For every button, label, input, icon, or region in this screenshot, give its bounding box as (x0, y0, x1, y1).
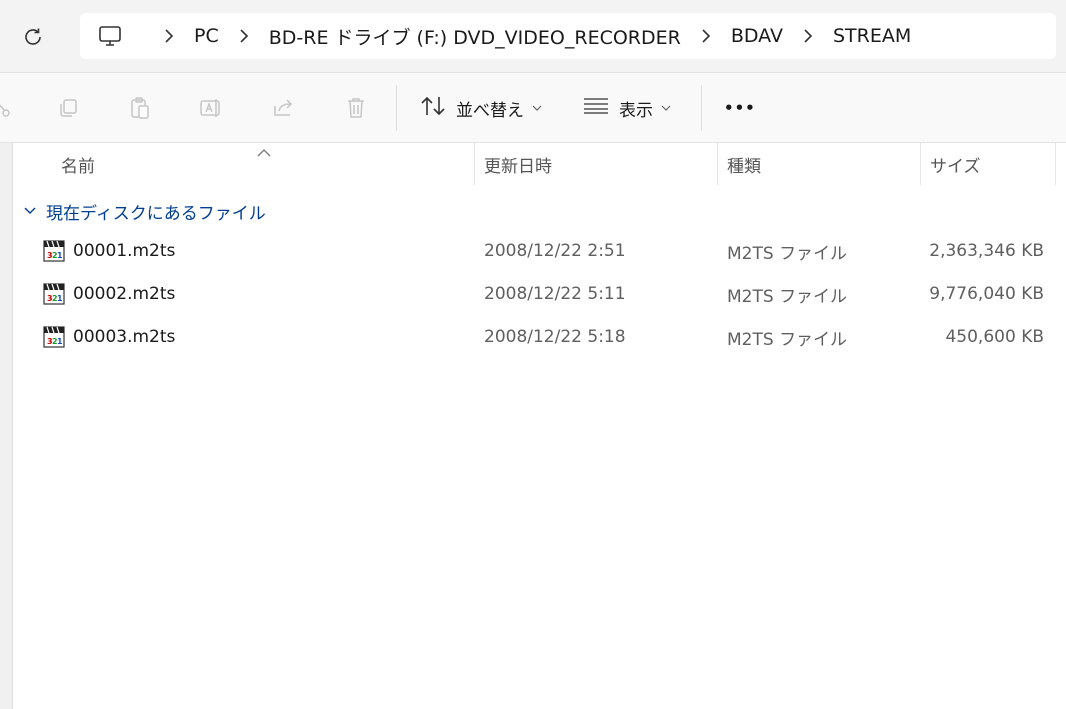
column-header-name[interactable]: 名前 (61, 143, 471, 185)
file-row[interactable]: 321 00003.m2ts 2008/12/22 5:18 M2TS ファイル… (13, 318, 1066, 356)
sort-button[interactable]: 並べ替え (420, 93, 542, 123)
file-name: 00002.m2ts (73, 284, 176, 304)
navigation-pane-edge (0, 143, 13, 709)
media-file-icon: 321 (43, 240, 65, 262)
cut-icon[interactable] (0, 95, 16, 121)
column-header-type[interactable]: 種類 (727, 143, 917, 185)
view-label: 表示 (619, 100, 653, 121)
sort-label: 並べ替え (456, 100, 524, 121)
file-size: 2,363,346 KB (929, 241, 1044, 261)
paste-icon[interactable] (127, 95, 153, 121)
breadcrumb-item-pc[interactable]: PC (194, 25, 219, 47)
file-name: 00003.m2ts (73, 327, 176, 347)
refresh-icon[interactable] (20, 24, 46, 50)
svg-text:1: 1 (57, 251, 63, 260)
breadcrumb[interactable]: PC BD-RE ドライブ (F:) DVD_VIDEO_RECORDER BD… (80, 13, 1056, 59)
view-list-icon (583, 97, 609, 120)
chevron-right-icon[interactable] (701, 29, 711, 43)
column-divider[interactable] (474, 143, 475, 185)
file-row[interactable]: 321 00001.m2ts 2008/12/22 2:51 M2TS ファイル… (13, 232, 1066, 270)
file-type: M2TS ファイル (727, 286, 848, 307)
sort-icon (420, 95, 446, 122)
column-header-size[interactable]: サイズ (930, 143, 1050, 185)
more-options-button[interactable]: ••• (724, 93, 756, 123)
rename-icon[interactable] (198, 95, 224, 121)
delete-icon[interactable] (343, 95, 369, 121)
share-icon[interactable] (271, 95, 297, 121)
view-button[interactable]: 表示 (583, 93, 671, 123)
svg-text:1: 1 (57, 294, 63, 303)
copy-icon[interactable] (55, 95, 81, 121)
breadcrumb-item-drive[interactable]: BD-RE ドライブ (F:) DVD_VIDEO_RECORDER (269, 23, 681, 50)
group-header[interactable]: 現在ディスクにあるファイル (24, 198, 266, 224)
chevron-right-icon[interactable] (164, 29, 174, 43)
file-row[interactable]: 321 00002.m2ts 2008/12/22 5:11 M2TS ファイル… (13, 275, 1066, 313)
group-label: 現在ディスクにあるファイル (46, 203, 266, 224)
file-date: 2008/12/22 2:51 (484, 241, 626, 261)
file-type: M2TS ファイル (727, 329, 848, 350)
toolbar-divider (701, 85, 702, 131)
chevron-right-icon[interactable] (803, 29, 813, 43)
column-header-row: 名前 更新日時 種類 サイズ (13, 143, 1066, 185)
file-name: 00001.m2ts (73, 241, 176, 261)
file-size: 450,600 KB (945, 327, 1044, 347)
computer-icon[interactable] (98, 25, 122, 47)
toolbar-divider (396, 85, 397, 131)
column-header-date[interactable]: 更新日時 (484, 143, 714, 185)
file-date: 2008/12/22 5:11 (484, 284, 626, 304)
column-divider[interactable] (1055, 143, 1056, 185)
breadcrumb-item-stream[interactable]: STREAM (833, 25, 911, 47)
chevron-down-icon (532, 105, 542, 111)
chevron-right-icon[interactable] (239, 29, 249, 43)
column-divider[interactable] (717, 143, 718, 185)
chevron-down-icon (661, 105, 671, 111)
address-bar: PC BD-RE ドライブ (F:) DVD_VIDEO_RECORDER BD… (0, 0, 1066, 73)
chevron-down-icon (24, 207, 36, 215)
file-size: 9,776,040 KB (929, 284, 1044, 304)
media-file-icon: 321 (43, 283, 65, 305)
file-type: M2TS ファイル (727, 243, 848, 264)
command-bar: 並べ替え 表示 ••• (0, 73, 1066, 143)
media-file-icon: 321 (43, 326, 65, 348)
column-divider[interactable] (920, 143, 921, 185)
svg-text:1: 1 (57, 337, 63, 346)
file-date: 2008/12/22 5:18 (484, 327, 626, 347)
breadcrumb-item-bdav[interactable]: BDAV (731, 25, 783, 47)
